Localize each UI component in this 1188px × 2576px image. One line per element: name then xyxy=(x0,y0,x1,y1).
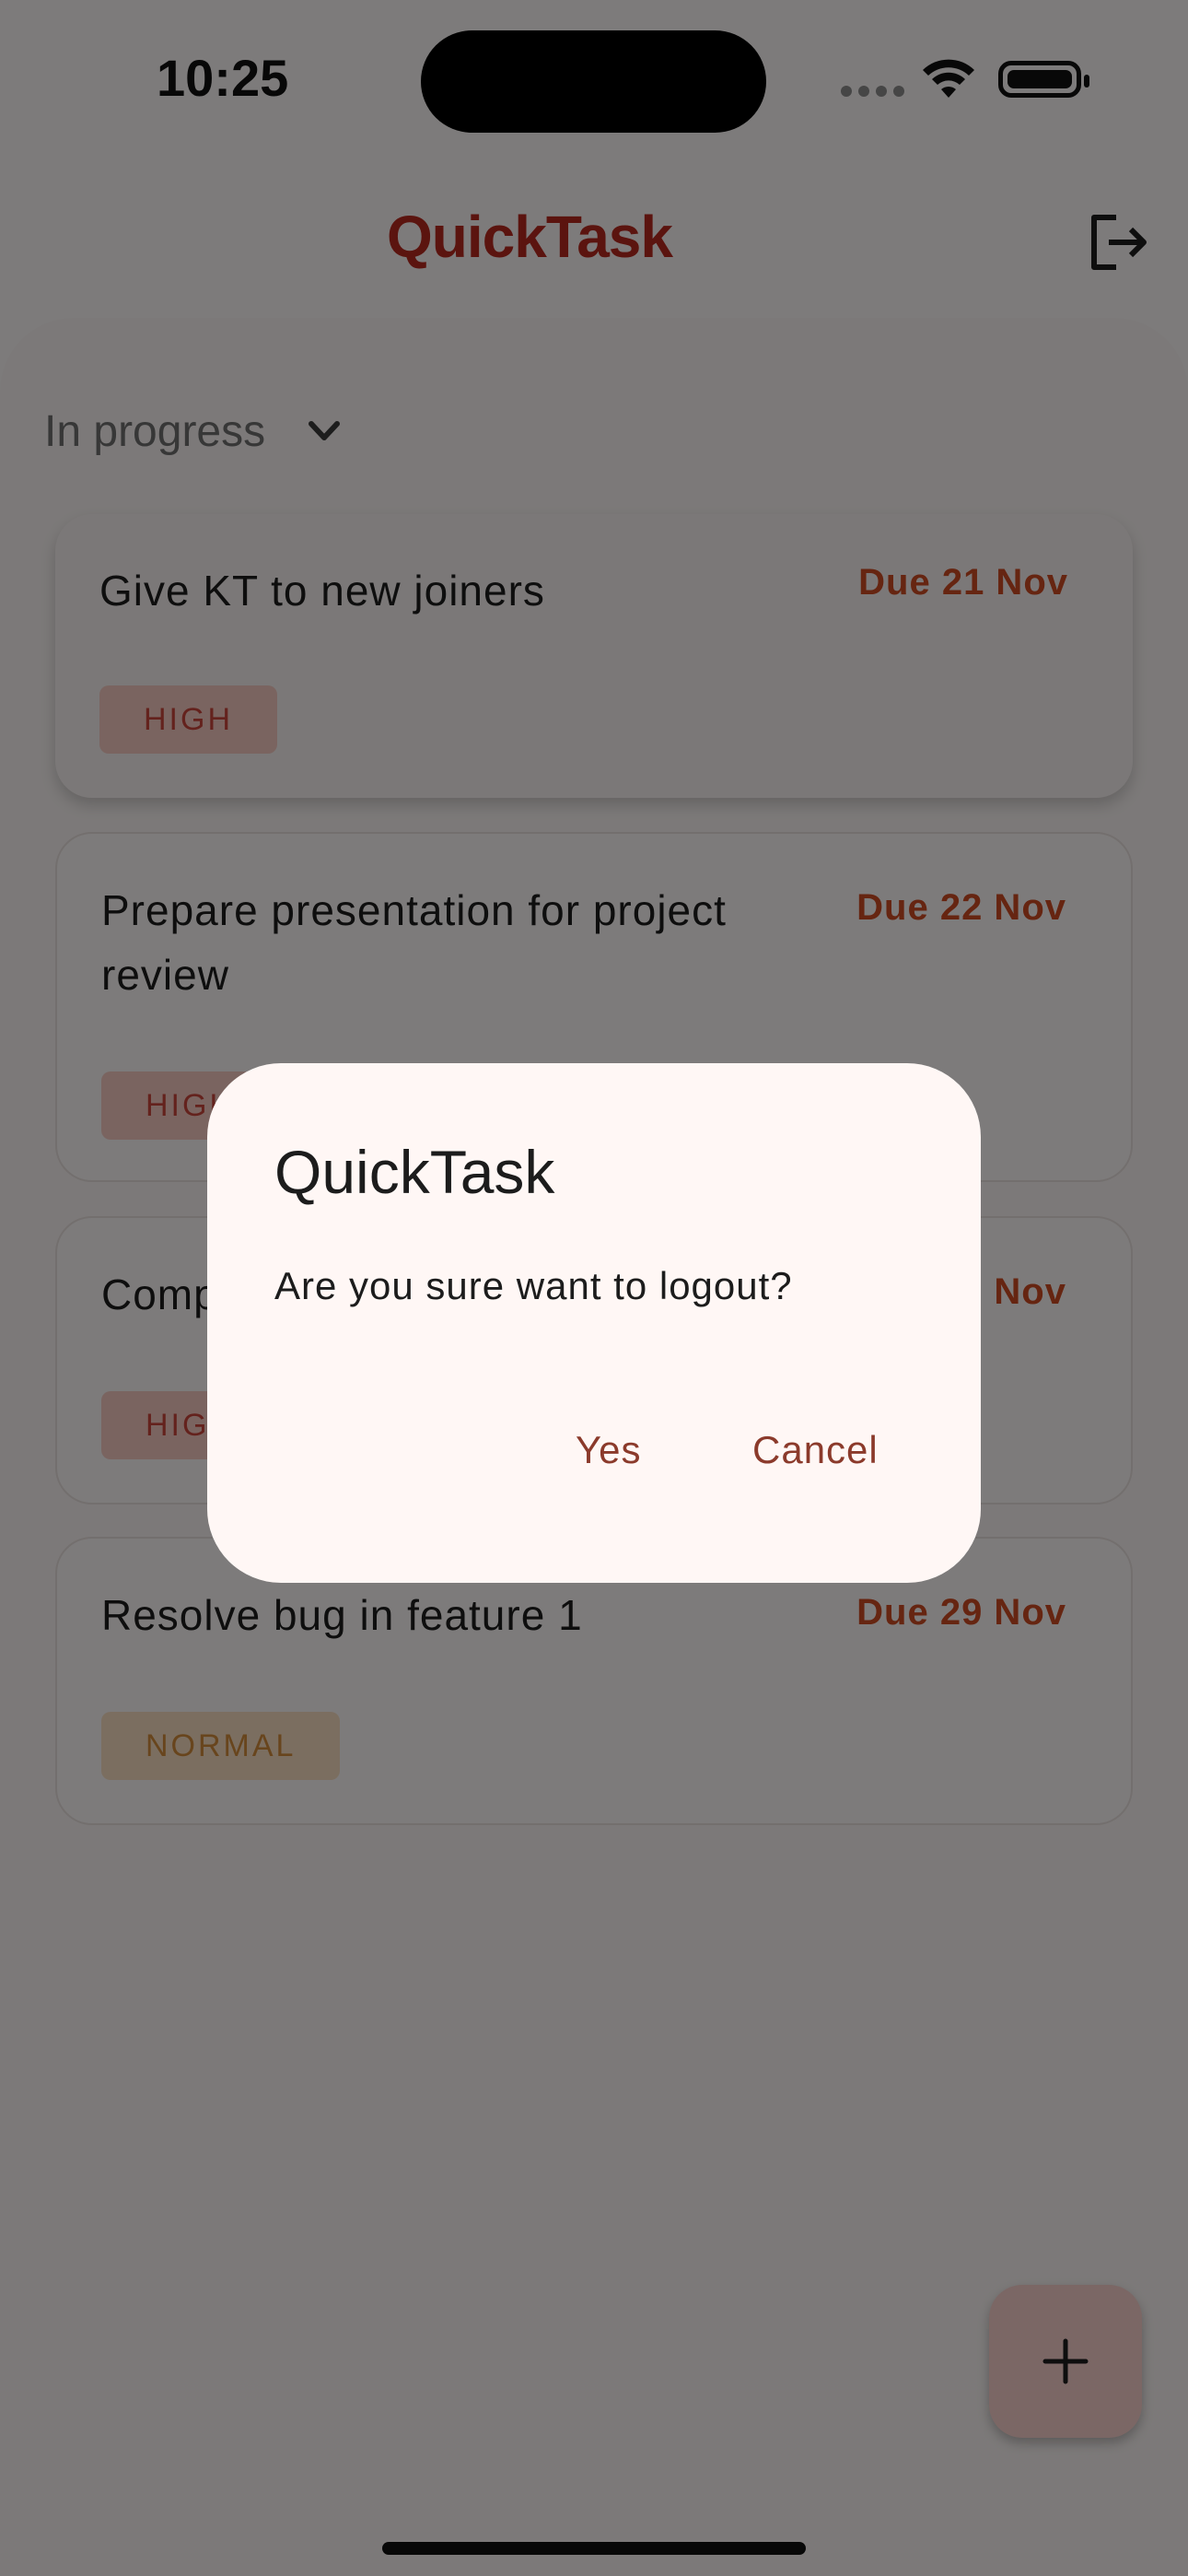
logout-dialog: QuickTask Are you sure want to logout? Y… xyxy=(207,1063,981,1583)
dialog-title: QuickTask xyxy=(274,1138,555,1206)
cancel-button[interactable]: Cancel xyxy=(752,1413,879,1487)
dialog-message: Are you sure want to logout? xyxy=(274,1264,793,1307)
app-screen: 10:25 QuickTask In progress Give KT to n… xyxy=(0,0,1188,2576)
confirm-logout-button[interactable]: Yes xyxy=(576,1413,642,1487)
